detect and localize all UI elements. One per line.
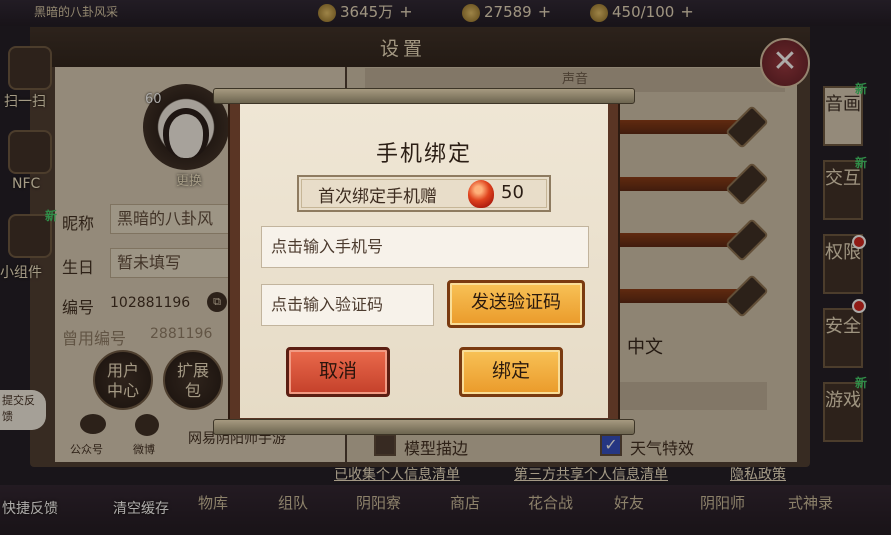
dialog-title: 手机绑定: [375, 142, 472, 167]
daruma-icon: [468, 180, 494, 208]
bind-button[interactable]: 绑定: [459, 347, 563, 397]
verification-code-input[interactable]: 点击输入验证码: [261, 284, 434, 326]
cancel-button[interactable]: 取消: [286, 347, 390, 397]
send-code-button[interactable]: 发送验证码: [447, 280, 585, 328]
phone-number-input[interactable]: 点击输入手机号: [261, 226, 589, 268]
scroll-rod-top: [213, 88, 635, 104]
scroll-rod-bottom: [213, 419, 635, 435]
reward-text: 首次绑定手机赠: [318, 187, 437, 207]
reward-amount: 50: [501, 182, 524, 203]
